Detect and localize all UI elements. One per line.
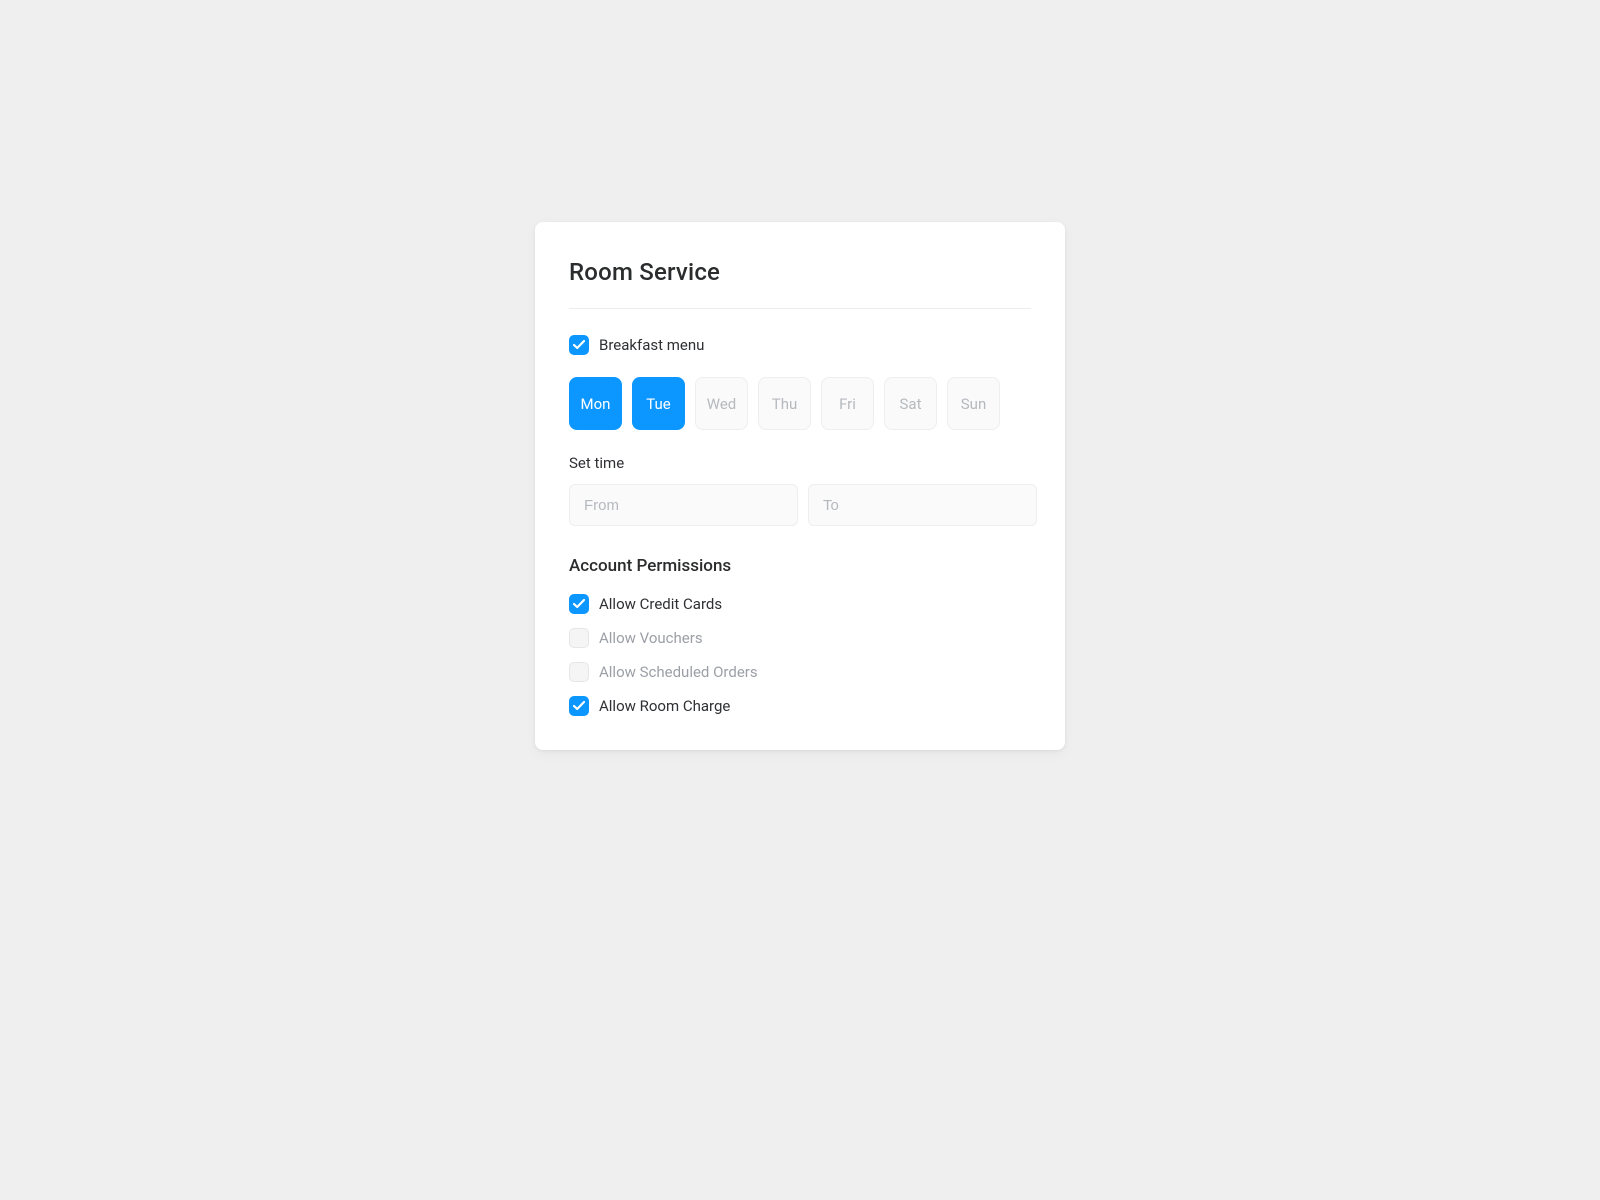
day-label: Wed <box>707 395 737 413</box>
permission-label: Allow Room Charge <box>599 697 730 715</box>
check-icon <box>573 701 585 711</box>
permission-label: Allow Credit Cards <box>599 595 722 613</box>
day-sun[interactable]: Sun <box>947 377 1000 430</box>
permission-checkbox[interactable] <box>569 594 589 614</box>
breakfast-checkbox[interactable] <box>569 335 589 355</box>
day-label: Sat <box>900 395 922 413</box>
permission-room-charge[interactable]: Allow Room Charge <box>569 696 1031 716</box>
permission-credit-cards[interactable]: Allow Credit Cards <box>569 594 1031 614</box>
day-label: Tue <box>646 395 670 413</box>
day-sat[interactable]: Sat <box>884 377 937 430</box>
permission-checkbox[interactable] <box>569 696 589 716</box>
day-tue[interactable]: Tue <box>632 377 685 430</box>
permissions-list: Allow Credit Cards Allow Vouchers Allow … <box>569 594 1031 716</box>
set-time-label: Set time <box>569 454 1031 472</box>
divider <box>569 308 1031 309</box>
permission-scheduled-orders[interactable]: Allow Scheduled Orders <box>569 662 1031 682</box>
room-service-card: Room Service Breakfast menu Mon Tue Wed … <box>535 222 1065 750</box>
day-label: Thu <box>772 395 797 413</box>
day-thu[interactable]: Thu <box>758 377 811 430</box>
permissions-title: Account Permissions <box>569 556 1031 576</box>
check-icon <box>573 340 585 350</box>
time-row <box>569 484 1031 526</box>
check-icon <box>573 599 585 609</box>
day-fri[interactable]: Fri <box>821 377 874 430</box>
permission-checkbox[interactable] <box>569 628 589 648</box>
time-from-input[interactable] <box>569 484 798 526</box>
permission-label: Allow Scheduled Orders <box>599 663 758 681</box>
day-label: Fri <box>839 395 856 413</box>
day-label: Sun <box>961 395 986 413</box>
day-label: Mon <box>581 395 611 413</box>
permission-checkbox[interactable] <box>569 662 589 682</box>
permission-label: Allow Vouchers <box>599 629 703 647</box>
days-row: Mon Tue Wed Thu Fri Sat Sun <box>569 377 1031 430</box>
card-title: Room Service <box>569 258 1031 286</box>
breakfast-menu-row[interactable]: Breakfast menu <box>569 335 1031 355</box>
breakfast-label: Breakfast menu <box>599 336 704 354</box>
day-wed[interactable]: Wed <box>695 377 748 430</box>
time-to-input[interactable] <box>808 484 1037 526</box>
day-mon[interactable]: Mon <box>569 377 622 430</box>
permission-vouchers[interactable]: Allow Vouchers <box>569 628 1031 648</box>
